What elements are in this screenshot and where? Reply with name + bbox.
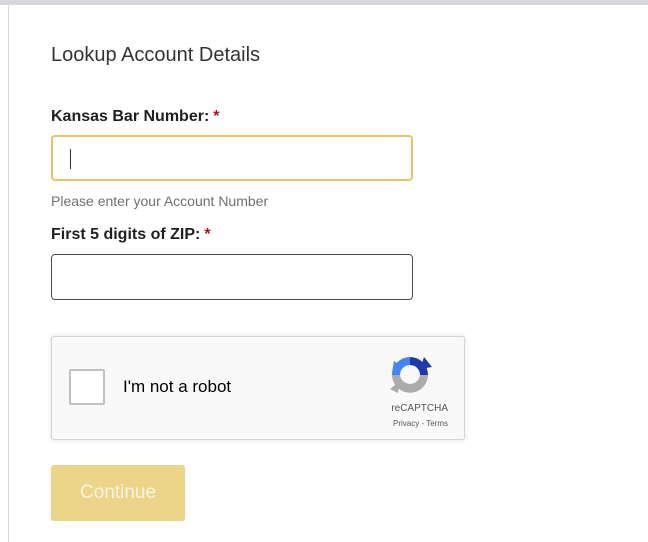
recaptcha-privacy-link[interactable]: Privacy [393,419,419,428]
continue-button[interactable]: Continue [51,465,185,521]
required-asterisk: * [213,108,220,125]
bar-number-label: Kansas Bar Number: * [51,108,220,126]
required-asterisk: * [204,226,211,243]
zip-label: First 5 digits of ZIP: * [51,226,211,244]
recaptcha-links: Privacy - Terms [338,419,448,428]
bar-number-input[interactable] [51,135,413,181]
recaptcha-logo-icon [390,357,432,393]
zip-input[interactable] [51,254,413,300]
text-caret [70,149,71,169]
zip-label-text: First 5 digits of ZIP: [51,226,201,243]
recaptcha-checkbox[interactable] [69,369,105,405]
lookup-form-panel: Lookup Account Details Kansas Bar Number… [9,5,648,542]
bar-number-label-text: Kansas Bar Number: [51,108,210,125]
bar-number-hint: Please enter your Account Number [51,193,269,209]
recaptcha-terms-link[interactable]: Terms [426,419,448,428]
recaptcha-brand: reCAPTCHA [391,403,448,414]
recaptcha-widget: I'm not a robot reCAPTCHA Privacy - Term… [51,336,465,440]
form-heading: Lookup Account Details [51,44,261,66]
recaptcha-label: I'm not a robot [123,377,232,396]
